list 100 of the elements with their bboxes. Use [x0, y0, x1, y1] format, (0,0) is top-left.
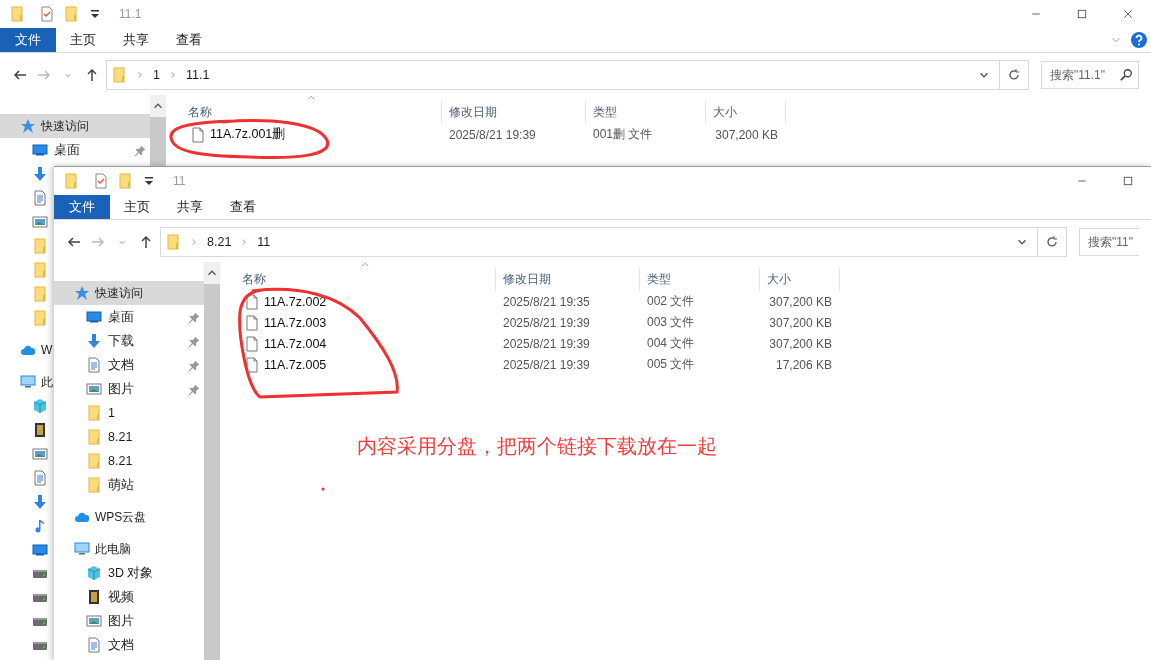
picture-icon: [32, 446, 48, 462]
column-header[interactable]: 类型: [640, 267, 760, 291]
nav-item[interactable]: WPS云盘: [54, 505, 147, 529]
nav-item[interactable]: W: [0, 338, 53, 362]
nav-item[interactable]: 桌面: [54, 305, 204, 329]
folder-icon: [86, 453, 102, 469]
file-name[interactable]: 11A.7z.002: [264, 294, 327, 309]
file-menu-tab[interactable]: 文件: [0, 28, 56, 52]
refresh-button[interactable]: [1038, 227, 1067, 257]
folder-icon[interactable]: [63, 173, 79, 189]
ribbon-tab[interactable]: 主页: [56, 28, 109, 52]
nav-item[interactable]: 此: [0, 370, 53, 394]
nav-item[interactable]: 图片: [54, 609, 204, 633]
column-header[interactable]: 大小: [760, 267, 840, 291]
table-cell-text: 001删 文件: [592, 126, 654, 143]
breadcrumb[interactable]: 8.21: [207, 235, 232, 249]
computer-icon: [20, 374, 36, 390]
search-field[interactable]: 搜索"11.1": [1041, 61, 1139, 89]
breadcrumb[interactable]: 11.1: [185, 68, 210, 82]
folder-icon: [86, 429, 102, 445]
file-icon: [190, 126, 206, 143]
picture-icon: [86, 381, 102, 397]
table-cell-text: 2025/8/21 19:39: [502, 315, 591, 330]
nav-item[interactable]: 萌站: [54, 473, 204, 497]
nav-item[interactable]: 8.21: [54, 449, 204, 473]
file-name[interactable]: 11A.7z.005: [264, 357, 327, 372]
ribbon-tab[interactable]: 共享: [109, 28, 162, 52]
refresh-button[interactable]: [1000, 60, 1029, 90]
folder-icon[interactable]: [117, 173, 133, 189]
breadcrumb[interactable]: 1: [153, 68, 160, 82]
document-icon: [86, 357, 102, 373]
nav-item[interactable]: 快速访问: [0, 114, 150, 138]
table-cell-text: 307,200 KB: [768, 315, 833, 330]
computer-icon: [74, 541, 90, 557]
refresh-icon: [1006, 67, 1022, 83]
column-header[interactable]: 类型: [586, 100, 706, 124]
document-icon: [32, 190, 48, 206]
document-icon: [86, 637, 102, 653]
nav-item[interactable]: 快速访问: [54, 281, 204, 305]
monitor-icon: [32, 142, 48, 158]
column-header[interactable]: 名称: [220, 267, 496, 291]
table-cell-text: 2025/8/21 19:35: [502, 294, 591, 309]
monitor-icon: [86, 309, 102, 325]
nav-item[interactable]: 图片: [54, 377, 204, 401]
ribbon-tab[interactable]: 共享: [163, 195, 216, 219]
annotation-dot: [321, 487, 325, 491]
document-check-icon[interactable]: [93, 173, 109, 189]
window-title: 11.1: [119, 7, 142, 21]
table-cell-text: 17,206 KB: [774, 357, 833, 372]
nav-item[interactable]: 视频: [54, 585, 204, 609]
cube-icon: [86, 565, 102, 581]
column-header[interactable]: 大小: [706, 100, 786, 124]
column-header[interactable]: 修改日期: [496, 267, 640, 291]
nav-item[interactable]: 文档: [54, 633, 204, 657]
column-header[interactable]: 名称: [166, 100, 442, 124]
close-icon: [1122, 8, 1134, 20]
nav-item[interactable]: 3D 对象: [54, 561, 204, 585]
table-cell-text: 307,200 KB: [768, 336, 833, 351]
folder-icon: [165, 234, 181, 250]
nav-item[interactable]: 8.21: [54, 425, 204, 449]
column-header[interactable]: 修改日期: [442, 100, 586, 124]
scrollbar[interactable]: [150, 95, 166, 166]
star-icon: [20, 118, 36, 134]
nav-item[interactable]: 桌面: [0, 138, 150, 162]
breadcrumb[interactable]: 11: [257, 235, 271, 249]
file-menu-tab[interactable]: 文件: [54, 195, 110, 219]
nav-item[interactable]: 1: [54, 401, 204, 425]
search-field[interactable]: 搜索"11": [1079, 228, 1139, 256]
folder-icon: [86, 405, 102, 421]
file-icon: [244, 314, 260, 331]
monitor-icon: [32, 542, 48, 558]
refresh-icon: [1044, 234, 1060, 250]
table-cell-text: 002 文件: [646, 293, 696, 310]
film-icon: [32, 422, 48, 438]
ribbon-tab[interactable]: 查看: [162, 28, 215, 52]
document-check-icon[interactable]: [39, 6, 55, 22]
folder-icon[interactable]: [9, 6, 25, 22]
table-cell-text: 2025/8/21 19:39: [502, 336, 591, 351]
scrollbar[interactable]: [204, 262, 220, 660]
file-name[interactable]: 11A.7z.001删: [210, 126, 286, 143]
nav-item[interactable]: 文档: [54, 353, 204, 377]
file-name[interactable]: 11A.7z.003: [264, 315, 327, 330]
nav-item[interactable]: 此电脑: [54, 537, 131, 561]
address-bar[interactable]: 8.21 11: [160, 227, 1038, 257]
picture-icon: [86, 613, 102, 629]
folder-icon[interactable]: [63, 6, 79, 22]
folder-icon: [32, 286, 48, 302]
file-icon: [244, 356, 260, 373]
folder-icon: [32, 262, 48, 278]
file-name[interactable]: 11A.7z.004: [264, 336, 327, 351]
maximize-icon: [1076, 8, 1088, 20]
star-icon: [74, 285, 90, 301]
cube-icon: [32, 398, 48, 414]
ribbon-tab[interactable]: 主页: [110, 195, 163, 219]
nav-item[interactable]: 下载: [54, 329, 204, 353]
folder-icon: [32, 238, 48, 254]
ribbon-tab[interactable]: 查看: [216, 195, 269, 219]
address-bar[interactable]: 1 11.1: [106, 60, 1000, 90]
annotation-text: 内容采用分盘，把两个链接下载放在一起: [357, 434, 717, 459]
table-cell-text: 307,200 KB: [768, 294, 833, 309]
